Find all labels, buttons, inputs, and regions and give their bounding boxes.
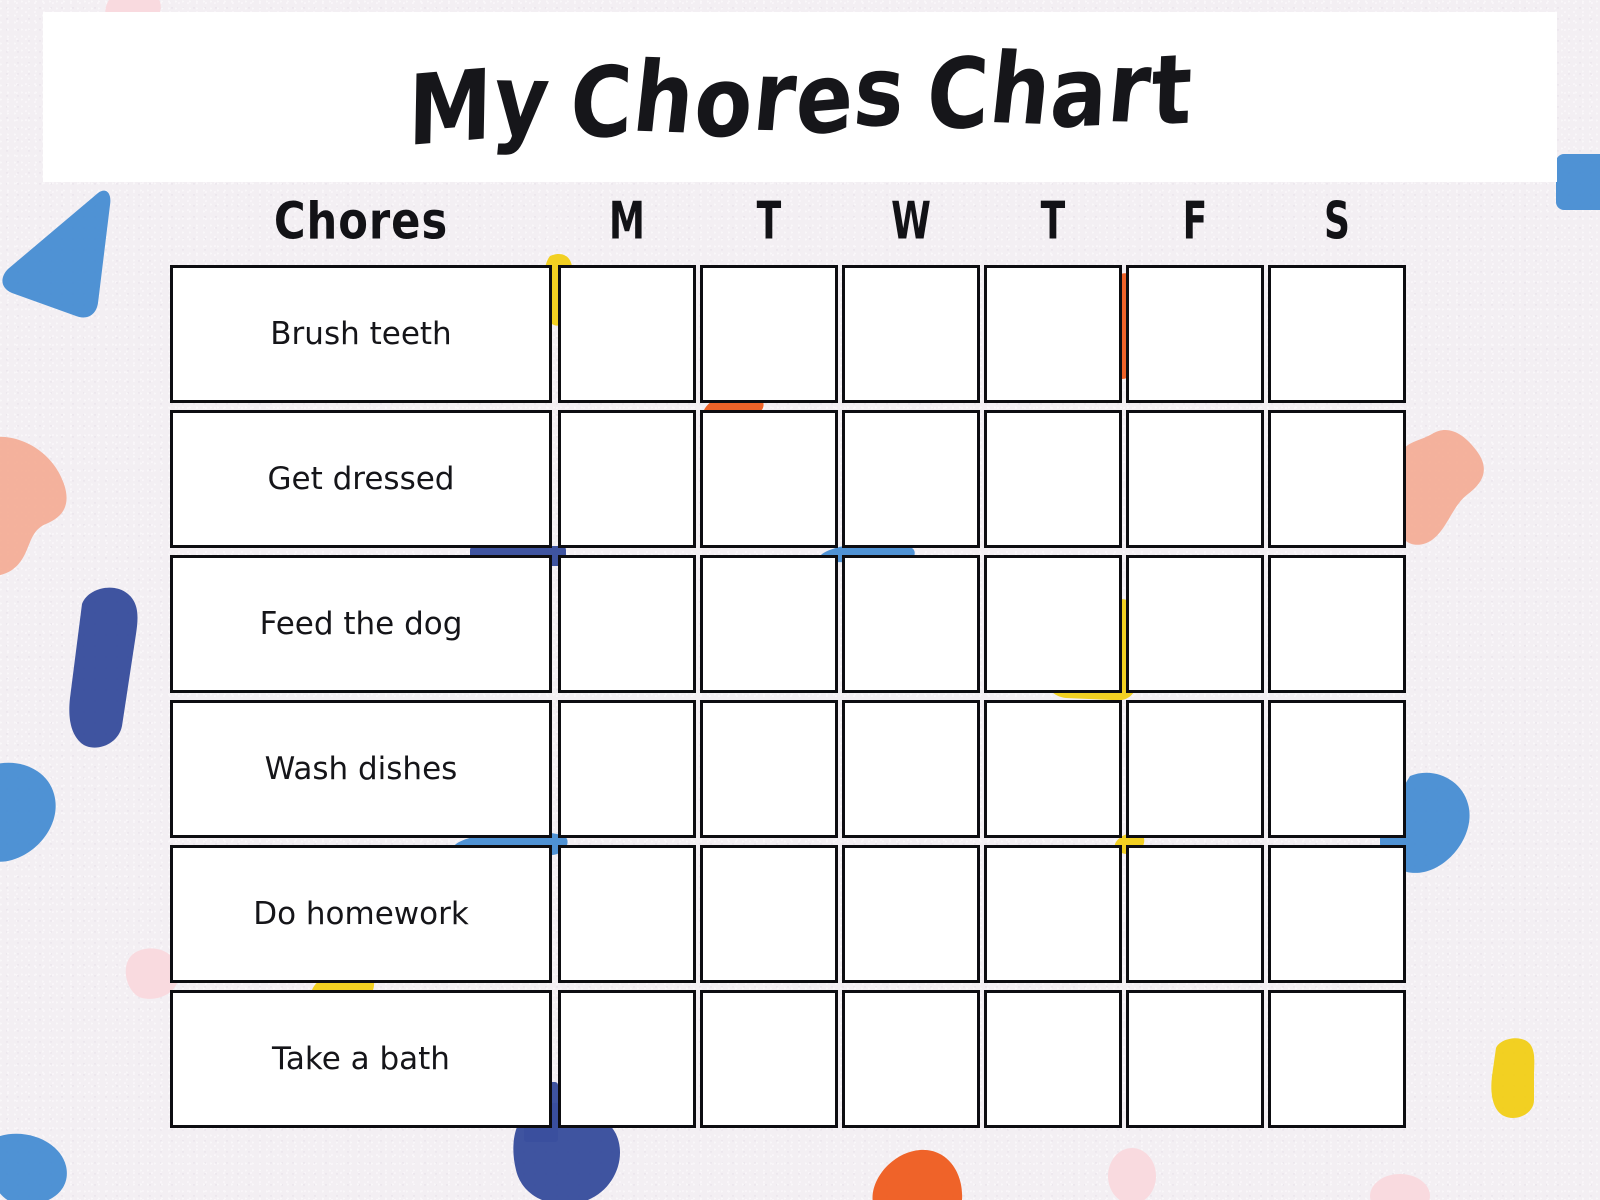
chores-grid: Brush teeth Get dressed Feed the dog Was…: [170, 265, 1406, 1128]
title-banner: My Chores Chart: [43, 12, 1557, 182]
checkbox-cell-1-2[interactable]: [842, 410, 980, 548]
checkbox-cell-2-3[interactable]: [984, 555, 1122, 693]
checkbox-cell-3-3[interactable]: [984, 700, 1122, 838]
checkbox-cell-2-5[interactable]: [1268, 555, 1406, 693]
chore-label: Wash dishes: [264, 751, 458, 787]
table-row: Do homework: [170, 845, 1406, 983]
blue-confetti-shape: [2, 190, 111, 318]
column-header-day-2: W: [891, 190, 931, 252]
checkbox-cell-0-5[interactable]: [1268, 265, 1406, 403]
peach-confetti-shape: [0, 436, 67, 575]
column-header-day-3: T: [1040, 190, 1066, 252]
checkbox-cell-0-1[interactable]: [700, 265, 838, 403]
checkbox-cell-0-2[interactable]: [842, 265, 980, 403]
chore-name-cell: Brush teeth: [170, 265, 552, 403]
checkbox-cell-3-1[interactable]: [700, 700, 838, 838]
checkbox-cell-4-5[interactable]: [1268, 845, 1406, 983]
chore-name-cell: Get dressed: [170, 410, 552, 548]
page-title: My Chores Chart: [406, 30, 1194, 169]
checkbox-cell-0-4[interactable]: [1126, 265, 1264, 403]
column-header-day-4: F: [1182, 190, 1208, 252]
column-header-day-1: T: [756, 190, 782, 252]
checkbox-cell-2-2[interactable]: [842, 555, 980, 693]
checkbox-cell-1-5[interactable]: [1268, 410, 1406, 548]
checkbox-cell-4-2[interactable]: [842, 845, 980, 983]
checkbox-cell-1-3[interactable]: [984, 410, 1122, 548]
checkbox-cell-4-0[interactable]: [558, 845, 696, 983]
table-row: Feed the dog: [170, 555, 1406, 693]
checkbox-cell-3-5[interactable]: [1268, 700, 1406, 838]
pink-confetti-shape-4: [1370, 1174, 1430, 1200]
checkbox-cell-3-0[interactable]: [558, 700, 696, 838]
navy-confetti-shape: [69, 587, 138, 748]
yellow-confetti-shape-5: [1491, 1038, 1535, 1119]
checkbox-cell-5-2[interactable]: [842, 990, 980, 1128]
checkbox-cell-4-1[interactable]: [700, 845, 838, 983]
checkbox-cell-2-1[interactable]: [700, 555, 838, 693]
table-row: Take a bath: [170, 990, 1406, 1128]
orange-confetti-shape-3: [872, 1149, 963, 1200]
chores-chart-page: My Chores Chart Chores M T W T F S Brush t…: [0, 0, 1600, 1200]
column-header-day-5: S: [1323, 190, 1350, 252]
checkbox-cell-5-5[interactable]: [1268, 990, 1406, 1128]
checkbox-cell-2-0[interactable]: [558, 555, 696, 693]
column-header-day-0: M: [609, 190, 645, 252]
checkbox-cell-3-4[interactable]: [1126, 700, 1264, 838]
peach-confetti-shape-2: [1398, 430, 1484, 545]
chore-label: Brush teeth: [270, 316, 452, 352]
checkbox-cell-5-0[interactable]: [558, 990, 696, 1128]
table-row: Wash dishes: [170, 700, 1406, 838]
checkbox-cell-1-0[interactable]: [558, 410, 696, 548]
checkbox-cell-0-3[interactable]: [984, 265, 1122, 403]
checkbox-cell-3-2[interactable]: [842, 700, 980, 838]
blue-confetti-shape-7: [1556, 154, 1600, 210]
checkbox-cell-1-1[interactable]: [700, 410, 838, 548]
table-row: Brush teeth: [170, 265, 1406, 403]
checkbox-cell-0-0[interactable]: [558, 265, 696, 403]
chore-label: Do homework: [253, 896, 469, 932]
checkbox-cell-5-3[interactable]: [984, 990, 1122, 1128]
blue-confetti-shape-2: [0, 762, 56, 862]
checkbox-cell-2-4[interactable]: [1126, 555, 1264, 693]
chore-name-cell: Do homework: [170, 845, 552, 983]
chore-label: Take a bath: [272, 1041, 450, 1077]
pink-confetti-shape-3: [1108, 1148, 1156, 1200]
chore-label: Get dressed: [267, 461, 455, 497]
chore-label: Feed the dog: [259, 606, 463, 642]
checkbox-cell-5-1[interactable]: [700, 990, 838, 1128]
checkbox-cell-5-4[interactable]: [1126, 990, 1264, 1128]
chore-name-cell: Wash dishes: [170, 700, 552, 838]
chore-name-cell: Feed the dog: [170, 555, 552, 693]
checkbox-cell-4-3[interactable]: [984, 845, 1122, 983]
checkbox-cell-4-4[interactable]: [1126, 845, 1264, 983]
table-header-row: Chores M T W T F S: [170, 190, 1402, 252]
chore-name-cell: Take a bath: [170, 990, 552, 1128]
checkbox-cell-1-4[interactable]: [1126, 410, 1264, 548]
table-row: Get dressed: [170, 410, 1406, 548]
column-header-chores: Chores: [273, 191, 449, 251]
blue-confetti-shape-3: [0, 1133, 67, 1200]
